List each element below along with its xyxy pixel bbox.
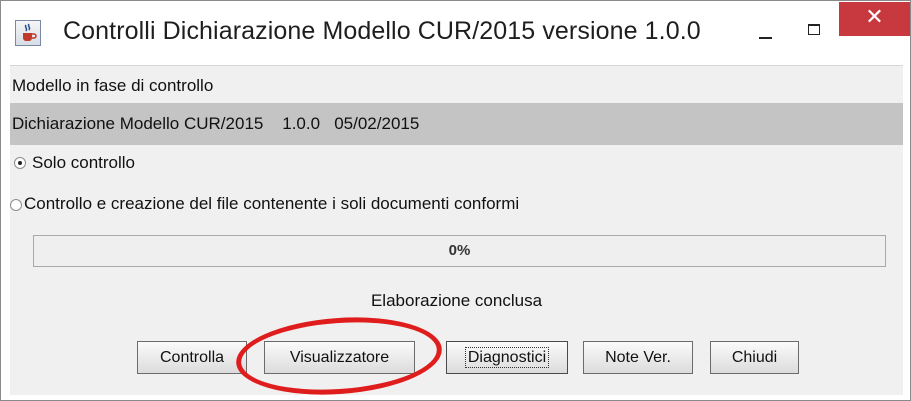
controlla-button[interactable]: Controlla (137, 341, 247, 374)
visualizzatore-button[interactable]: Visualizzatore (264, 341, 415, 374)
section-label: Modello in fase di controllo (12, 76, 214, 95)
maximize-icon[interactable] (791, 9, 837, 43)
selected-model-text: Dichiarazione Modello CUR/2015 1.0.0 05/… (12, 114, 420, 133)
java-cup-icon[interactable] (15, 20, 41, 46)
diagnostici-button[interactable]: Diagnostici (446, 341, 568, 374)
note-ver-button[interactable]: Note Ver. (583, 341, 693, 374)
radio-controllo-creazione[interactable] (10, 199, 22, 211)
diagnostici-label: Diagnostici (464, 347, 550, 368)
selected-model-row: Dichiarazione Modello CUR/2015 1.0.0 05/… (10, 103, 903, 145)
progress-bar: 0% (33, 235, 886, 267)
option-label[interactable]: Solo controllo (32, 153, 135, 173)
close-icon[interactable]: ✕ (839, 2, 910, 36)
dialog-body: Modello in fase di controllo Dichiarazio… (10, 65, 903, 395)
progress-text: 0% (448, 242, 471, 259)
chiudi-button[interactable]: Chiudi (710, 341, 799, 374)
minimize-icon[interactable] (743, 9, 789, 43)
main-window: Controlli Dichiarazione Modello CUR/2015… (0, 0, 911, 401)
option-label[interactable]: Controllo e creazione del file contenent… (24, 194, 519, 214)
title-bar[interactable]: Controlli Dichiarazione Modello CUR/2015… (1, 1, 910, 65)
status-text: Elaborazione conclusa (370, 291, 543, 310)
radio-solo-controllo[interactable] (14, 157, 26, 169)
window-title: Controlli Dichiarazione Modello CUR/2015… (63, 17, 701, 45)
